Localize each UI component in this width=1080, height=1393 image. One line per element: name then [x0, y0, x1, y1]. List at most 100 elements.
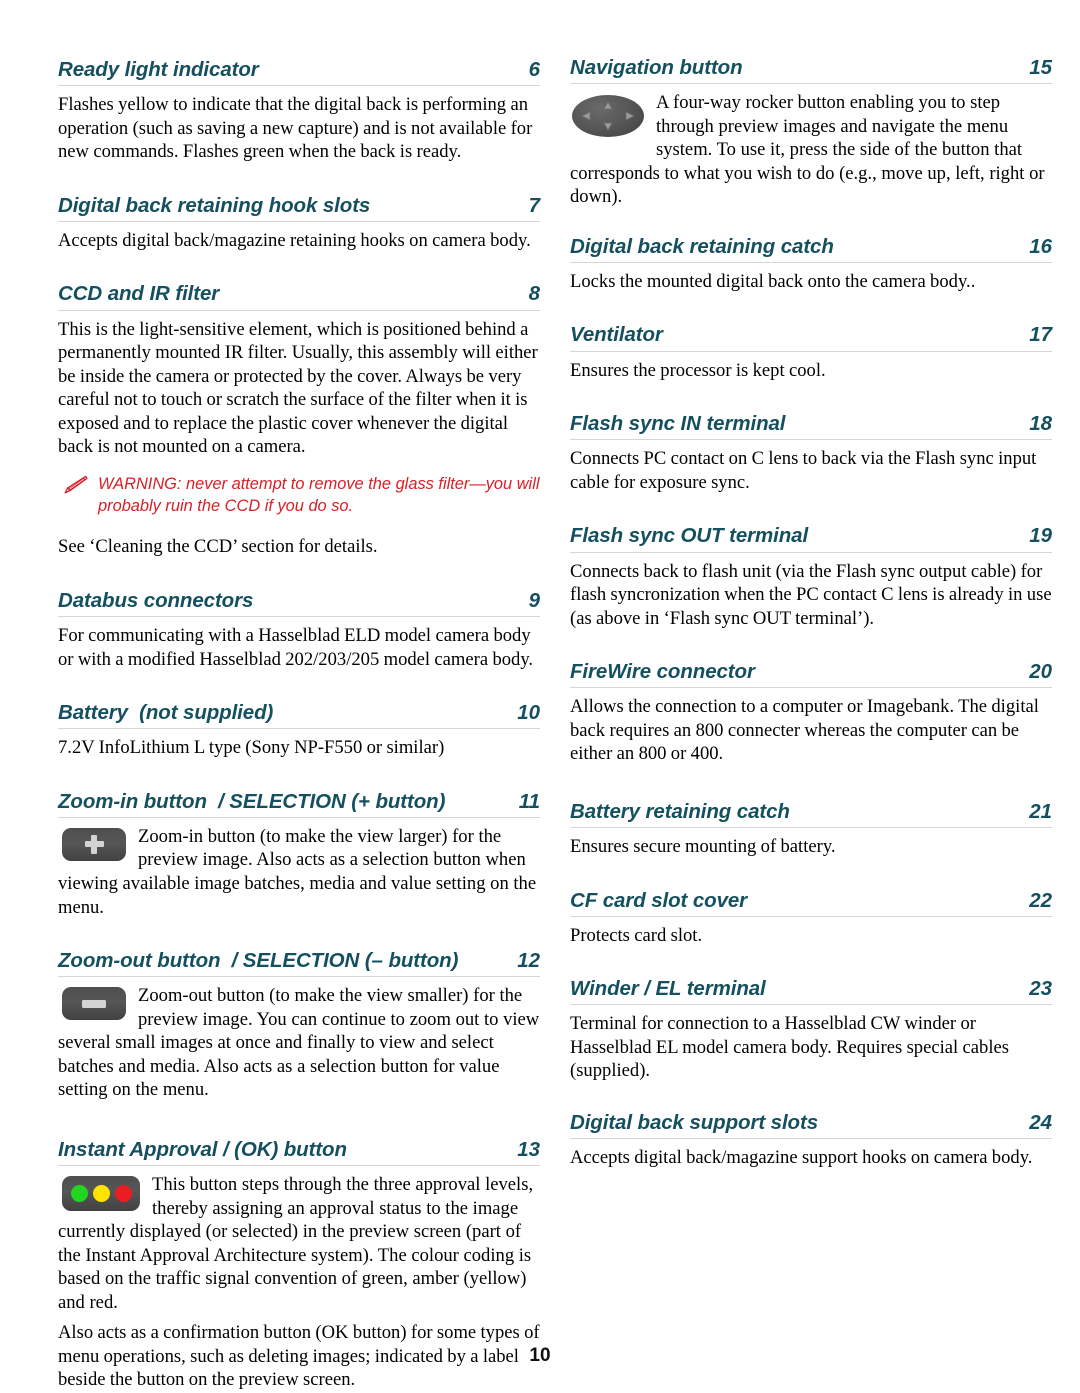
section-ready-light-indicator: Ready light indicator 6 Flashes yellow t…	[58, 58, 540, 164]
section-number: 20	[1029, 660, 1052, 684]
section-paragraph: For communicating with a Hasselblad ELD …	[58, 625, 534, 670]
section-paragraph: Zoom-in button (to make the view larger)…	[58, 825, 537, 918]
section-number: 24	[1029, 1111, 1052, 1134]
section-paragraph: Terminal for connection to a Hasselblad …	[570, 1013, 1009, 1082]
section-paragraph: Zoom-out button (to make the view smalle…	[58, 985, 540, 1101]
section-paragraph: Allows the connection to a computer or I…	[570, 696, 1039, 765]
section-zoom-out-button: Zoom-out button / SELECTION (– button) 1…	[58, 949, 540, 1102]
section-paragraph: Ensures the processor is kept cool.	[570, 359, 826, 381]
section-header: Ready light indicator 6	[58, 58, 540, 87]
section-flash-sync-in-terminal: Flash sync IN terminal 18 Connects PC co…	[570, 412, 1052, 494]
section-header: FireWire connector 20	[570, 660, 1052, 689]
section-paragraph-with-icon: A four-way rocker button enabling you to…	[570, 91, 1052, 209]
section-header: Zoom-in button / SELECTION (+ button) 11	[58, 790, 540, 818]
arrow-down-icon	[603, 122, 613, 131]
section-title: Battery (not supplied)	[58, 701, 274, 725]
section-title: Flash sync OUT terminal	[570, 524, 809, 548]
section-title: CCD and IR filter	[58, 282, 220, 306]
section-databus-connectors: Databus connectors 9 For communicating w…	[58, 589, 540, 671]
section-winder-el-terminal: Winder / EL terminal 23 Terminal for con…	[570, 977, 1052, 1083]
section-title: Digital back support slots	[570, 1111, 818, 1134]
section-title: CF card slot cover	[570, 888, 748, 912]
section-paragraph-after-warning: See ‘Cleaning the CCD’ section for detai…	[58, 536, 378, 558]
section-number: 13	[517, 1137, 540, 1161]
section-title: Zoom-out button / SELECTION (– button)	[58, 949, 459, 973]
zoom-out-minus-button-icon	[62, 987, 126, 1021]
section-number: 23	[1029, 977, 1052, 1001]
section-header: Navigation button 15	[570, 56, 1052, 85]
zoom-in-plus-button-icon	[62, 827, 126, 861]
section-ccd-and-ir-filter: CCD and IR filter 8 This is the light-se…	[58, 282, 540, 558]
section-paragraph: Connects back to flash unit (via the Fla…	[570, 560, 1052, 629]
section-header: CF card slot cover 22	[570, 889, 1052, 917]
section-header: Databus connectors 9	[58, 588, 540, 618]
section-number: 8	[528, 282, 540, 306]
section-paragraph: Accepts digital back/magazine support ho…	[570, 1147, 1033, 1169]
section-firewire-connector: FireWire connector 20 Allows the connect…	[570, 660, 1052, 766]
section-number: 9	[528, 588, 540, 612]
section-number: 17	[1029, 323, 1052, 347]
yellow-dot-icon	[92, 1184, 110, 1202]
section-digital-back-retaining-hook-slots: Digital back retaining hook slots 7 Acce…	[58, 194, 540, 253]
section-title: Digital back retaining catch	[570, 234, 834, 258]
section-paragraph-with-icon: This button steps through the three appr…	[58, 1173, 540, 1314]
minus-icon	[82, 999, 106, 1008]
section-title: Digital back retaining hook slots	[58, 193, 371, 217]
arrow-right-icon	[625, 111, 635, 121]
four-way-rocker-button-icon	[572, 95, 644, 138]
section-ventilator: Ventilator 17 Ensures the processor is k…	[570, 323, 1052, 382]
plus-icon	[84, 834, 104, 854]
section-number: 7	[528, 193, 540, 217]
section-number: 21	[1029, 799, 1052, 823]
section-battery-retaining-catch: Battery retaining catch 21 Ensures secur…	[570, 800, 1052, 859]
section-header: Flash sync OUT terminal 19	[570, 524, 1052, 553]
right-column: Navigation button 15 A four-way rocker b…	[570, 44, 1052, 1170]
section-cf-card-slot-cover: CF card slot cover 22 Protects card slot…	[570, 889, 1052, 948]
section-number: 18	[1029, 412, 1052, 436]
section-paragraph: Ensures secure mounting of battery.	[570, 836, 836, 858]
section-title: Zoom-in button / SELECTION (+ button)	[58, 789, 446, 813]
section-header: Ventilator 17	[570, 323, 1052, 352]
manual-page: Ready light indicator 6 Flashes yellow t…	[0, 0, 1080, 1393]
section-header: Zoom-out button / SELECTION (– button) 1…	[58, 949, 540, 978]
section-header: CCD and IR filter 8	[58, 282, 540, 311]
section-number: 6	[528, 58, 540, 81]
section-header: Digital back retaining catch 16	[570, 235, 1052, 263]
warning-text: WARNING: never attempt to remove the gla…	[98, 474, 540, 515]
left-column: Ready light indicator 6 Flashes yellow t…	[58, 44, 540, 1392]
section-navigation-button: Navigation button 15 A four-way rocker b…	[570, 56, 1052, 209]
section-battery-not-supplied: Battery (not supplied) 10 7.2V InfoLithi…	[58, 701, 540, 760]
section-title: Ventilator	[570, 323, 663, 347]
section-digital-back-support-slots: Digital back support slots 24 Accepts di…	[570, 1111, 1052, 1170]
section-number: 11	[518, 789, 540, 813]
section-paragraph: Accepts digital back/magazine retaining …	[58, 229, 531, 251]
section-paragraph: 7.2V InfoLithium L type (Sony NP-F550 or…	[58, 737, 445, 759]
section-title: Winder / EL terminal	[570, 977, 766, 1001]
section-number: 19	[1029, 524, 1052, 548]
arrow-up-icon	[603, 101, 613, 110]
section-header: Flash sync IN terminal 18	[570, 412, 1052, 441]
warning-note: WARNING: never attempt to remove the gla…	[58, 474, 540, 518]
pencil-icon	[60, 475, 88, 495]
section-paragraph: This is the light-sensitive element, whi…	[58, 318, 538, 458]
section-paragraph-with-icon: Zoom-out button (to make the view smalle…	[58, 984, 540, 1102]
section-title: Databus connectors	[58, 588, 254, 612]
section-zoom-in-button: Zoom-in button / SELECTION (+ button) 11…	[58, 790, 540, 919]
section-title: Flash sync IN terminal	[570, 412, 786, 436]
two-column-layout: Ready light indicator 6 Flashes yellow t…	[58, 44, 1052, 1392]
section-number: 16	[1029, 234, 1052, 258]
section-number: 15	[1029, 56, 1052, 79]
section-header: Battery (not supplied) 10	[58, 701, 540, 730]
section-title: Ready light indicator	[58, 58, 259, 81]
page-number: 10	[529, 1345, 551, 1366]
section-title: Battery retaining catch	[570, 799, 790, 823]
section-paragraph: Protects card slot.	[570, 924, 703, 946]
arrow-left-icon	[581, 111, 591, 121]
section-flash-sync-out-terminal: Flash sync OUT terminal 19 Connects back…	[570, 524, 1052, 630]
section-header: Instant Approval / (OK) button 13	[58, 1138, 540, 1166]
section-number: 10	[517, 701, 540, 725]
section-paragraph: Flashes yellow to indicate that the digi…	[58, 94, 533, 163]
green-dot-icon	[70, 1184, 88, 1202]
section-title: FireWire connector	[570, 660, 755, 684]
section-paragraph: Locks the mounted digital back onto the …	[570, 270, 976, 292]
